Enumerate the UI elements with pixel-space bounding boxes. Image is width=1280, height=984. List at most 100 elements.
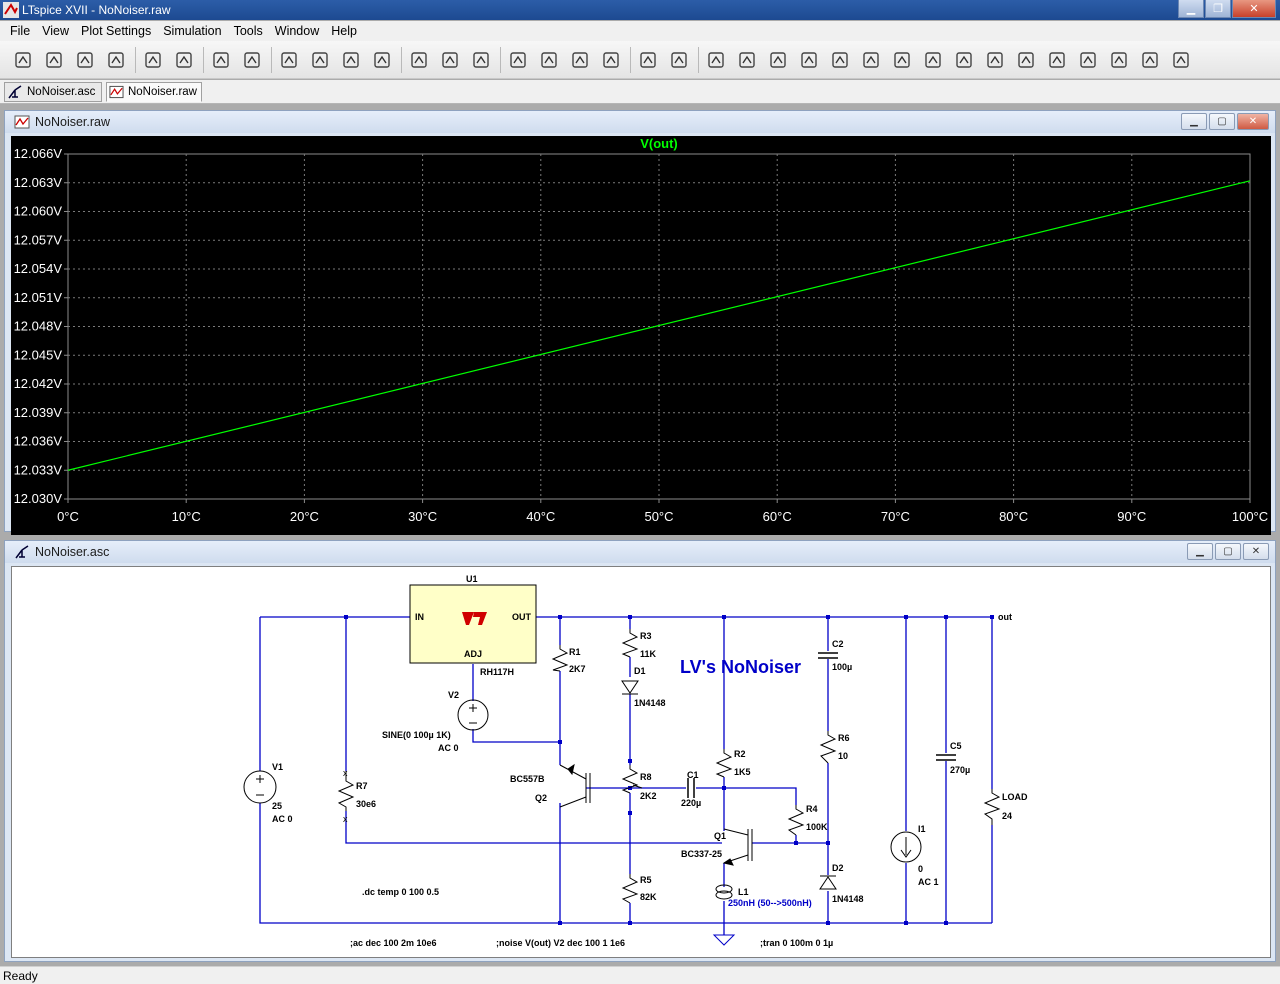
q2-ref: Q2 bbox=[535, 793, 547, 803]
d1-ref: D1 bbox=[634, 666, 646, 676]
c2-capacitor[interactable] bbox=[818, 652, 838, 659]
r7-value: 30e6 bbox=[356, 799, 376, 809]
v2-ref: V2 bbox=[448, 690, 459, 700]
menu-tools[interactable]: Tools bbox=[228, 24, 269, 38]
resistor-icon[interactable] bbox=[796, 47, 822, 73]
new-schematic-icon[interactable] bbox=[10, 47, 36, 73]
diode-icon[interactable] bbox=[889, 47, 915, 73]
tab-nonoiser-asc[interactable]: NoNoiser.asc bbox=[4, 82, 102, 102]
component-icon[interactable] bbox=[920, 47, 946, 73]
menu-help[interactable]: Help bbox=[325, 24, 363, 38]
waveform-close-button[interactable]: ✕ bbox=[1237, 113, 1269, 130]
load-resistor[interactable] bbox=[983, 789, 1001, 825]
capacitor-icon[interactable] bbox=[827, 47, 853, 73]
zoom-fit-icon[interactable] bbox=[307, 47, 333, 73]
move-icon[interactable] bbox=[951, 47, 977, 73]
d1-diode[interactable] bbox=[621, 680, 639, 695]
label-net-icon[interactable] bbox=[765, 47, 791, 73]
tile-vertical-icon[interactable] bbox=[468, 47, 494, 73]
undo-icon[interactable] bbox=[1013, 47, 1039, 73]
paste-icon[interactable] bbox=[567, 47, 593, 73]
schematic-close-button[interactable]: ✕ bbox=[1243, 543, 1269, 560]
print-icon[interactable] bbox=[635, 47, 661, 73]
text-icon[interactable] bbox=[1137, 47, 1163, 73]
schematic-icon bbox=[8, 85, 22, 99]
menu-window[interactable]: Window bbox=[269, 24, 325, 38]
window-title-bar[interactable]: LTspice XVII - NoNoiser.raw ▁ ❐ ✕ bbox=[0, 0, 1280, 20]
minimize-button[interactable]: ▁ bbox=[1178, 0, 1204, 18]
document-tab-strip: NoNoiser.asc NoNoiser.raw bbox=[0, 80, 1280, 104]
waveform-restore-button[interactable]: ▢ bbox=[1209, 113, 1235, 130]
r6-resistor[interactable] bbox=[819, 731, 837, 764]
ground-symbol[interactable] bbox=[712, 934, 736, 946]
waveform-window-title: NoNoiser.raw bbox=[35, 115, 111, 129]
zoom-out-icon[interactable] bbox=[276, 47, 302, 73]
drag-icon[interactable] bbox=[982, 47, 1008, 73]
schematic-restore-button[interactable]: ▢ bbox=[1215, 543, 1241, 560]
schematic-window-title: NoNoiser.asc bbox=[35, 545, 110, 559]
u1-pin-in: IN bbox=[415, 612, 424, 622]
draw-wire-icon[interactable] bbox=[703, 47, 729, 73]
save-icon[interactable] bbox=[72, 47, 98, 73]
r2-resistor[interactable] bbox=[715, 749, 733, 778]
menu-file[interactable]: File bbox=[4, 24, 36, 38]
schematic-minimize-button[interactable]: ▁ bbox=[1187, 543, 1213, 560]
d2-diode[interactable] bbox=[819, 875, 837, 890]
c1-capacitor[interactable] bbox=[687, 778, 695, 798]
d1-value: 1N4148 bbox=[634, 698, 666, 708]
schematic-canvas[interactable]: U1 IN OUT ADJ RH117H V1 25 AC 0 x x R7 30… bbox=[11, 566, 1271, 958]
i1-current-source[interactable] bbox=[890, 831, 922, 863]
q1-transistor[interactable] bbox=[722, 828, 753, 866]
r3-resistor[interactable] bbox=[621, 629, 639, 658]
cascade-icon[interactable] bbox=[437, 47, 463, 73]
copy-icon[interactable] bbox=[536, 47, 562, 73]
inductor-icon[interactable] bbox=[858, 47, 884, 73]
q2-transistor[interactable] bbox=[559, 763, 591, 808]
directive-dc[interactable]: .dc temp 0 100 0.5 bbox=[362, 887, 439, 897]
print-setup-icon[interactable] bbox=[666, 47, 692, 73]
directive-noise[interactable]: ;noise V(out) V2 dec 100 1 1e6 bbox=[496, 938, 625, 948]
rotate-icon[interactable] bbox=[1075, 47, 1101, 73]
q2-value: BC557B bbox=[510, 774, 545, 784]
ground-icon[interactable] bbox=[734, 47, 760, 73]
waveform-minimize-button[interactable]: ▁ bbox=[1181, 113, 1207, 130]
directive-ac[interactable]: ;ac dec 100 2m 10e6 bbox=[350, 938, 437, 948]
zoom-area-icon[interactable] bbox=[239, 47, 265, 73]
toolbar-separator bbox=[401, 47, 402, 73]
l1-inductor[interactable] bbox=[715, 884, 733, 900]
load-ref: LOAD bbox=[1002, 792, 1028, 802]
restore-button[interactable]: ❐ bbox=[1205, 0, 1231, 18]
control-panel-icon[interactable] bbox=[103, 47, 129, 73]
c5-ref: C5 bbox=[950, 741, 962, 751]
open-icon[interactable] bbox=[41, 47, 67, 73]
tile-horizontal-icon[interactable] bbox=[406, 47, 432, 73]
spice-directive-icon[interactable] bbox=[1168, 47, 1194, 73]
directive-tran[interactable]: ;tran 0 100m 0 1µ bbox=[760, 938, 833, 948]
v1-value: 25 bbox=[272, 801, 282, 811]
pan-hand-icon[interactable] bbox=[171, 47, 197, 73]
cut-icon[interactable] bbox=[505, 47, 531, 73]
waveform-window-title-bar[interactable]: NoNoiser.raw ▁ ▢ ✕ bbox=[5, 111, 1275, 133]
menu-view[interactable]: View bbox=[36, 24, 75, 38]
vout-chart[interactable]: 0°C 10°C 20°C 30°C 40°C 50°C 60°C 70°C 80°C 90°C 1… bbox=[11, 136, 1271, 535]
redo-icon[interactable] bbox=[1044, 47, 1070, 73]
waveform-plot-pane[interactable]: 0°C 10°C 20°C 30°C 40°C 50°C 60°C 70°C 80°C 90°C 1… bbox=[11, 136, 1271, 535]
run-icon[interactable] bbox=[140, 47, 166, 73]
menu-plot-settings[interactable]: Plot Settings bbox=[75, 24, 157, 38]
r4-resistor[interactable] bbox=[787, 805, 805, 836]
r5-resistor[interactable] bbox=[621, 874, 639, 904]
close-button[interactable]: ✕ bbox=[1232, 0, 1276, 18]
tab-nonoiser-raw[interactable]: NoNoiser.raw bbox=[106, 82, 202, 102]
autorange-icon[interactable] bbox=[338, 47, 364, 73]
schematic-window-title-bar[interactable]: NoNoiser.asc ▁ ▢ ✕ bbox=[5, 541, 1275, 563]
zoom-in-icon[interactable] bbox=[208, 47, 234, 73]
v2-source[interactable] bbox=[457, 699, 489, 731]
c5-capacitor[interactable] bbox=[936, 754, 956, 761]
v1-source[interactable] bbox=[243, 770, 277, 804]
menu-simulation[interactable]: Simulation bbox=[157, 24, 227, 38]
mirror-icon[interactable] bbox=[1106, 47, 1132, 73]
find-icon[interactable] bbox=[598, 47, 624, 73]
schematic-drawing[interactable]: U1 IN OUT ADJ RH117H V1 25 AC 0 x x R7 30… bbox=[12, 567, 1270, 957]
waveform-icon[interactable] bbox=[369, 47, 395, 73]
r1-resistor[interactable] bbox=[551, 645, 569, 672]
